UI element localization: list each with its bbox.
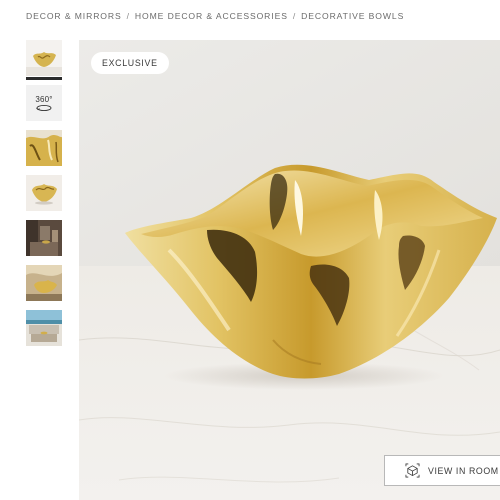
breadcrumb-decorative-bowls[interactable]: DECORATIVE BOWLS xyxy=(301,11,404,21)
bowl-top-image xyxy=(26,175,62,211)
thumbnail-room-scene[interactable] xyxy=(26,220,62,256)
breadcrumb: DECOR & MIRRORS / HOME DECOR & ACCESSORI… xyxy=(26,9,404,23)
thumbnail-bowl-front[interactable] xyxy=(26,40,62,76)
bowl-thumbnail-image xyxy=(26,40,62,76)
view-in-room-label: VIEW IN ROOM xyxy=(428,465,499,476)
room-scene-image xyxy=(26,220,62,256)
breadcrumb-separator: / xyxy=(126,11,130,21)
breadcrumb-separator: / xyxy=(292,11,297,21)
breadcrumb-decor-mirrors[interactable]: DECOR & MIRRORS xyxy=(26,11,122,21)
thumbnail-bowl-closeup[interactable] xyxy=(26,130,62,166)
thumbnail-360-label: 360° xyxy=(35,94,53,104)
ar-cube-icon xyxy=(405,463,420,478)
thumbnail-360-view[interactable]: 360° xyxy=(26,85,62,121)
thumbnail-bowl-lifestyle[interactable] xyxy=(26,265,62,301)
thumbnail-active-indicator xyxy=(26,77,62,80)
thumbnail-outdoor-scene[interactable] xyxy=(26,310,62,346)
bowl-closeup-image xyxy=(26,130,62,166)
exclusive-badge: EXCLUSIVE xyxy=(91,52,169,74)
product-hero-image[interactable]: EXCLUSIVE VIEW IN ROOM xyxy=(79,40,500,500)
rotate-360-icon xyxy=(36,104,52,111)
view-in-room-button[interactable]: VIEW IN ROOM xyxy=(384,455,500,486)
thumbnail-bowl-top[interactable] xyxy=(26,175,62,211)
bowl-lifestyle-image xyxy=(26,265,62,301)
gold-bowl-photo xyxy=(79,40,500,500)
breadcrumb-home-decor-accessories[interactable]: HOME DECOR & ACCESSORIES xyxy=(135,11,288,21)
outdoor-scene-image xyxy=(26,310,62,346)
